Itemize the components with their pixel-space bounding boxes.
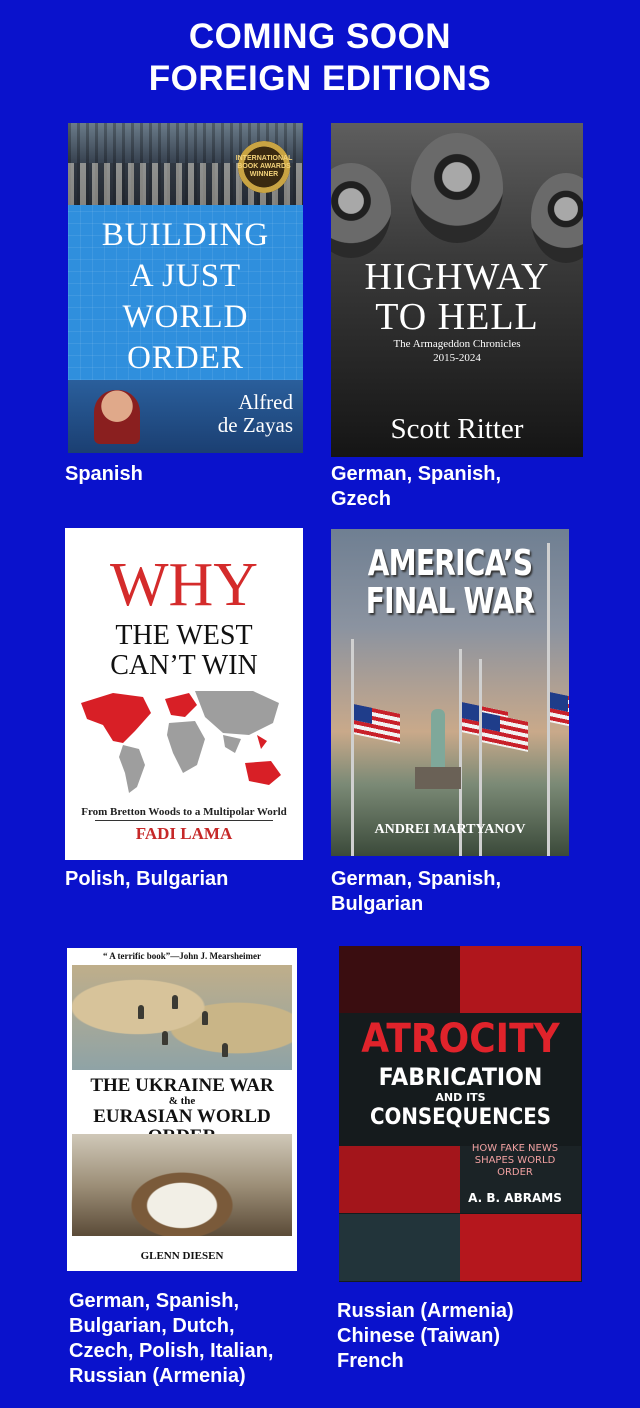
book-title: BUILDING A JUST WORLD ORDER (101, 217, 270, 376)
soldier-figure-icon (162, 1031, 168, 1045)
book-cover-building-a-just-world-order[interactable]: INTERNATIONAL BOOK AWARDS WINNER BUILDIN… (68, 123, 303, 453)
book-quote: “ A terrific book”—John J. Mearsheimer (103, 951, 261, 961)
book-subtitle: The Armageddon Chronicles 2015-2024 (393, 338, 521, 364)
book-author: Scott Ritter (390, 413, 524, 445)
book-subtitle: HOW FAKE NEWS SHAPES WORLD ORDER (471, 1143, 559, 1178)
gas-mask-icon (411, 133, 503, 243)
cover-summit-photo (72, 1134, 292, 1236)
book-title-why: WHY (109, 551, 259, 619)
heading-coming-soon: COMING SOON (188, 17, 452, 56)
book-cover-ukraine-war-eurasian-world-order[interactable]: “ A terrific book”—John J. Mearsheimer T… (67, 948, 297, 1271)
book-title-consequences: CONSEQUENCES (369, 1105, 552, 1130)
soldier-figure-icon (172, 995, 178, 1009)
book-title: AMERICA’S FINAL WAR (365, 543, 535, 622)
book-author: FADI LAMA (135, 824, 233, 843)
book-author: Alfred de Zayas (217, 390, 293, 437)
book-languages: German, Spanish, Bulgarian (331, 868, 502, 915)
cover-map-image (72, 965, 292, 1070)
us-flag-icon (550, 692, 569, 732)
gas-mask-icon (331, 163, 391, 258)
soldier-figure-icon (138, 1005, 144, 1019)
book-author: A. B. ABRAMS (468, 1191, 562, 1205)
book-languages: German, Spanish, Gzech (331, 463, 502, 510)
book-title-atrocity: ATROCITY (361, 1016, 560, 1062)
heading-foreign-editions: FOREIGN EDITIONS (148, 59, 492, 98)
book-languages: Polish, Bulgarian (65, 868, 229, 890)
book-languages: Russian (Armenia) Chinese (Taiwan) Frenc… (337, 1300, 514, 1372)
soldier-figure-icon (222, 1043, 228, 1057)
book-author: GLENN DIESEN (140, 1250, 224, 1262)
book-author: ANDREI MARTYANOV (374, 822, 526, 837)
book-title: THE WEST CAN’T WIN (110, 620, 258, 681)
book-title-and-its: AND ITS (435, 1091, 486, 1104)
book-title: HIGHWAY TO HELL (364, 256, 550, 338)
soldier-figure-icon (202, 1011, 208, 1025)
book-cover-why-the-west-cant-win[interactable]: WHY THE WEST CAN’T WIN From Bretton Wood… (65, 528, 303, 860)
world-map-icon (81, 691, 281, 793)
author-photo (94, 390, 140, 444)
statue-of-liberty-icon (431, 709, 445, 769)
divider (95, 820, 273, 821)
book-title-fabrication: FABRICATION (378, 1063, 543, 1091)
book-cover-atrocity-fabrication[interactable]: ATROCITY FABRICATION AND ITS CONSEQUENCE… (339, 946, 582, 1282)
book-tagline: From Bretton Woods to a Multipolar World (81, 806, 287, 818)
us-flag-icon (354, 704, 400, 744)
award-badge-icon: INTERNATIONAL BOOK AWARDS WINNER (236, 141, 292, 193)
gas-mask-icon (531, 173, 583, 263)
book-languages: German, Spanish, Bulgarian, Dutch, Czech… (69, 1290, 274, 1387)
book-languages: Spanish (65, 463, 143, 485)
us-flag-icon (482, 712, 528, 752)
book-cover-highway-to-hell[interactable]: HIGHWAY TO HELL The Armageddon Chronicle… (331, 123, 583, 457)
book-cover-americas-final-war[interactable]: AMERICA’S FINAL WAR ANDREI MARTYANOV (331, 529, 569, 856)
